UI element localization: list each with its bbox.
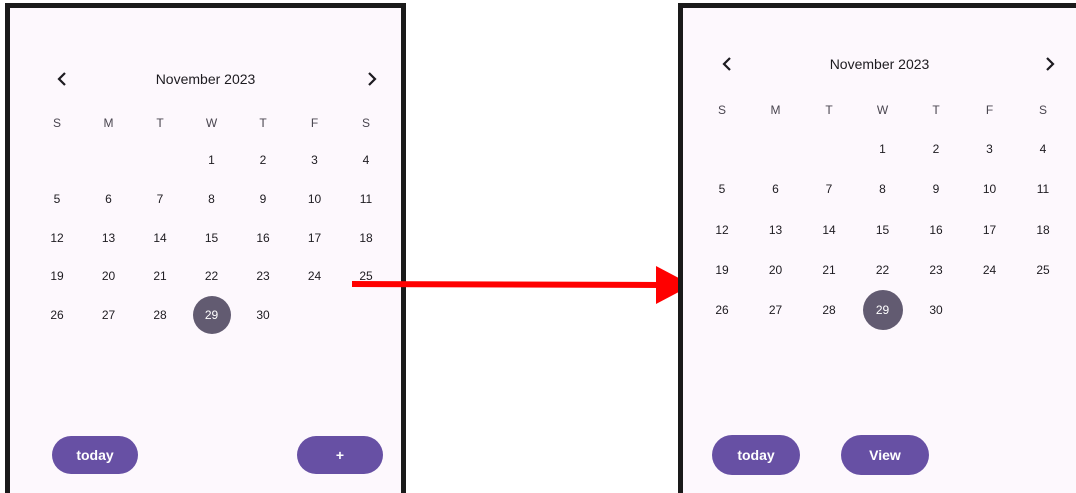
day-cell[interactable]: 6 <box>90 180 128 218</box>
day-cell[interactable]: 13 <box>90 219 128 257</box>
weekday-label: S <box>717 103 726 117</box>
day-cell[interactable]: 16 <box>244 219 282 257</box>
day-cell[interactable]: 14 <box>809 210 849 250</box>
day-cell[interactable]: 10 <box>296 180 334 218</box>
day-cell[interactable]: 9 <box>916 169 956 209</box>
day-cell[interactable]: 28 <box>809 290 849 330</box>
day-cell[interactable]: 30 <box>916 290 956 330</box>
day-cell[interactable]: 11 <box>347 180 385 218</box>
day-cell[interactable]: 8 <box>863 169 903 209</box>
day-cell[interactable]: 12 <box>702 210 742 250</box>
selected-day-cell[interactable]: 29 <box>862 290 903 331</box>
day-cell[interactable]: 15 <box>193 219 231 257</box>
weekday-label: T <box>932 103 940 117</box>
day-cell[interactable]: 1 <box>193 141 231 179</box>
day-cell[interactable]: 16 <box>916 210 956 250</box>
day-cell[interactable]: 2 <box>244 141 282 179</box>
day-cell[interactable]: 20 <box>90 257 128 295</box>
weekday-label: F <box>985 103 994 117</box>
day-cell[interactable]: 23 <box>916 250 956 290</box>
weekday-label: T <box>156 116 164 130</box>
day-cell[interactable]: 8 <box>193 180 231 218</box>
day-cell[interactable]: 10 <box>970 169 1010 209</box>
day-cell[interactable]: 20 <box>756 250 796 290</box>
day-cell[interactable]: 24 <box>296 257 334 295</box>
today-button[interactable]: today <box>712 435 800 475</box>
month-title: November 2023 <box>829 56 930 72</box>
chevron-right-icon <box>368 72 377 86</box>
weekday-label: M <box>770 103 781 117</box>
day-cell[interactable]: 12 <box>38 219 76 257</box>
day-cell[interactable]: 24 <box>970 250 1010 290</box>
day-cell[interactable]: 30 <box>244 296 282 334</box>
day-cell[interactable]: 27 <box>90 296 128 334</box>
add-event-button[interactable]: + <box>297 436 383 474</box>
weekday-label: W <box>205 116 218 130</box>
chevron-right-icon <box>1046 57 1055 71</box>
day-cell[interactable]: 11 <box>1023 169 1063 209</box>
day-cell[interactable]: 13 <box>756 210 796 250</box>
day-cell[interactable]: 6 <box>756 169 796 209</box>
day-cell[interactable]: 3 <box>296 141 334 179</box>
day-cell[interactable]: 15 <box>863 210 903 250</box>
day-cell[interactable]: 4 <box>1023 129 1063 169</box>
weekday-label: M <box>103 116 114 130</box>
day-cell[interactable]: 4 <box>347 141 385 179</box>
month-title: November 2023 <box>155 71 256 87</box>
day-cell[interactable]: 26 <box>38 296 76 334</box>
day-cell[interactable]: 23 <box>244 257 282 295</box>
right-calendar-screen: November 2023 SMTWTFS 1 2 3 4 5 6 7 8 9 10 11 12 13 1… <box>678 3 1076 493</box>
day-cell[interactable]: 22 <box>193 257 231 295</box>
day-cell[interactable]: 18 <box>347 219 385 257</box>
weekday-label: S <box>52 116 61 130</box>
day-cell[interactable]: 5 <box>702 169 742 209</box>
day-cell[interactable]: 26 <box>702 290 742 330</box>
day-cell[interactable]: 22 <box>863 250 903 290</box>
day-cell[interactable]: 27 <box>756 290 796 330</box>
day-cell[interactable]: 17 <box>970 210 1010 250</box>
day-cell[interactable]: 9 <box>244 180 282 218</box>
month-header: November 2023 <box>10 64 401 94</box>
next-month-button[interactable] <box>1035 49 1065 79</box>
weekday-label: S <box>1038 103 1047 117</box>
selected-day-cell[interactable]: 29 <box>192 296 231 335</box>
month-header: November 2023 <box>683 49 1076 79</box>
day-cell[interactable]: 1 <box>863 129 903 169</box>
day-cell[interactable]: 21 <box>809 250 849 290</box>
day-cell[interactable]: 25 <box>1023 250 1063 290</box>
day-cell[interactable]: 7 <box>141 180 179 218</box>
weekday-label: T <box>825 103 833 117</box>
weekday-label: S <box>361 116 370 130</box>
red-arrow-icon <box>352 266 692 304</box>
left-calendar-screen: November 2023 SMTWTFS 1 2 3 4 5 6 7 8 9 10 11 12 13 1… <box>5 3 406 493</box>
day-cell[interactable]: 28 <box>141 296 179 334</box>
day-cell[interactable]: 5 <box>38 180 76 218</box>
day-cell[interactable]: 18 <box>1023 210 1063 250</box>
day-cell[interactable]: 7 <box>809 169 849 209</box>
day-cell[interactable]: 2 <box>916 129 956 169</box>
weekday-label: F <box>310 116 319 130</box>
day-cell[interactable]: 21 <box>141 257 179 295</box>
day-cell[interactable]: 19 <box>38 257 76 295</box>
weekday-label: T <box>259 116 267 130</box>
weekday-label: W <box>876 103 889 117</box>
day-cell[interactable]: 17 <box>296 219 334 257</box>
day-cell[interactable]: 3 <box>970 129 1010 169</box>
day-cell[interactable]: 19 <box>702 250 742 290</box>
today-button[interactable]: today <box>52 436 138 474</box>
next-month-button[interactable] <box>357 64 387 94</box>
view-button[interactable]: View <box>841 435 929 475</box>
day-cell[interactable]: 14 <box>141 219 179 257</box>
